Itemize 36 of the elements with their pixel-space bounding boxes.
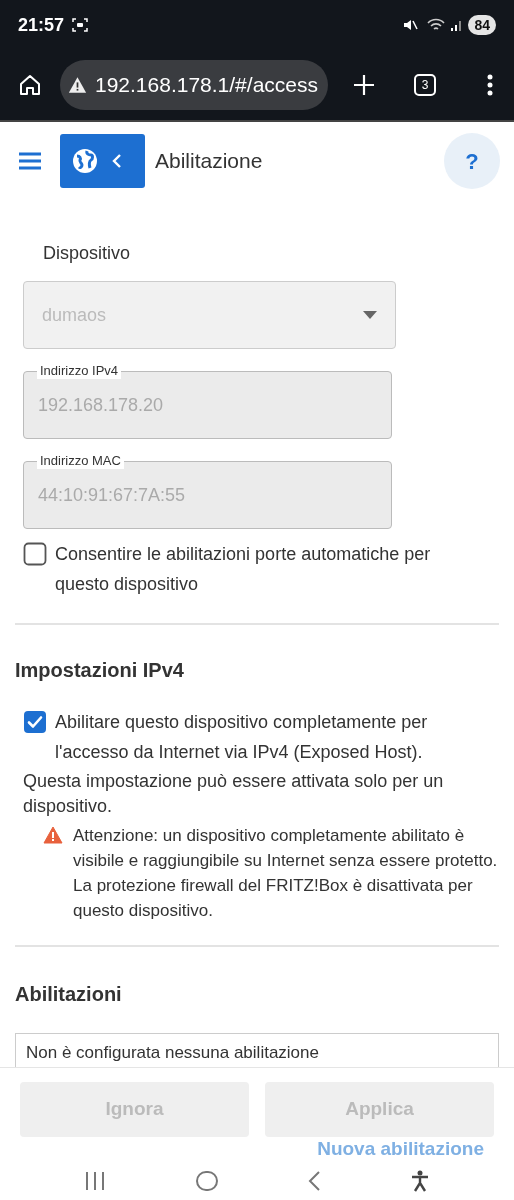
chevron-left-icon [112,153,122,169]
accessibility-icon[interactable] [409,1169,430,1192]
checkbox[interactable] [23,710,47,734]
checkbox-label: Abilitare questo dispositivo completamente per l'accesso da Internet via IPv4 (Exposed Host). [55,711,429,764]
home-icon[interactable] [18,73,42,97]
menu-icon[interactable] [18,151,42,171]
empty-message: Non è configurata nessuna abilitazione [26,1043,319,1062]
help-button[interactable]: ? [444,133,500,189]
mute-icon [402,17,419,33]
checkbox[interactable] [23,542,47,566]
recent-apps-icon[interactable] [84,1170,107,1191]
battery-indicator: 84 [468,15,496,35]
wifi-icon [426,17,447,33]
device-label: Dispositivo [43,242,132,265]
screenshot-icon [72,17,89,33]
field-label: Indirizzo MAC [37,453,124,469]
new-tab-icon[interactable] [352,73,376,97]
warning-icon [43,826,63,844]
checkbox-label: Consentire le abilitazioni porte automatiche per questo dispositivo [55,543,432,596]
page-title: Abilitazione [155,148,263,175]
url-text: 192.168.178.1/#/access [95,72,318,99]
more-icon[interactable] [486,73,494,97]
new-release-link[interactable]: Nuova abilitazione [317,1137,484,1161]
address-bar[interactable]: 192.168.178.1/#/access [60,60,328,110]
globe-icon [72,148,98,174]
warning-text: Attenzione: un dispositivo completamente abilitato è visibile e raggiungibile su Internet senza essere protetto. La protezione firewall del FRITZ!Box è disattivata per questo dispositivo. [73,825,499,922]
back-button[interactable] [60,134,145,188]
info-text: Questa impostazione può essere attivata solo per un dispositivo. [23,770,445,818]
field-label: Indirizzo IPv4 [37,363,122,379]
section-heading: Abilitazioni [15,982,123,1007]
tab-counter[interactable]: 3 [414,74,436,96]
clock: 21:57 [18,13,65,37]
back-icon[interactable] [307,1169,322,1192]
section-heading: Impostazioni IPv4 [15,658,185,683]
dropdown-caret-icon [363,311,377,319]
warning-icon [68,75,87,95]
